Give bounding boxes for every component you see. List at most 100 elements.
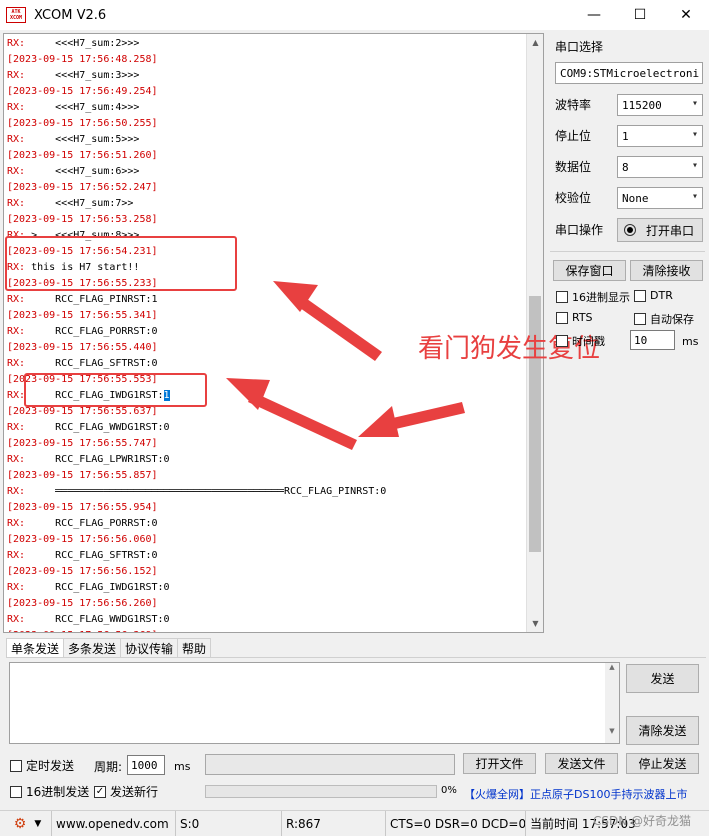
log-text: RCC_FLAG_SFTRST:0 — [25, 358, 158, 369]
log-timestamp-line: [2023-09-15 17:56:52.247] — [7, 180, 527, 196]
dtr-checkbox[interactable]: DTR — [634, 289, 673, 302]
parity-value: None — [622, 191, 649, 205]
log-timestamp-line: [2023-09-15 17:56:53.258] — [7, 212, 527, 228]
log-prefix: RX: — [7, 422, 26, 433]
log-data-line: RX: RCC_FLAG_PORRST:0 — [7, 516, 527, 532]
open-port-button[interactable]: 打开串口 — [617, 218, 703, 242]
clear-receive-button[interactable]: 清除接收 — [630, 260, 703, 281]
log-timestamp: [2023-09-15 17:56:49.254] — [7, 86, 158, 97]
open-file-button[interactable]: 打开文件 — [463, 753, 536, 774]
rts-label: RTS — [572, 311, 593, 324]
log-data-line: RX: <<<H7_sum:4>>> — [7, 100, 527, 116]
close-button[interactable]: ✕ — [663, 0, 709, 30]
log-text: <<<H7_sum:4>>> — [25, 102, 140, 113]
chevron-down-icon: ▾ — [691, 129, 698, 140]
stop-label: 停止位 — [555, 129, 592, 143]
log-data-line: RX: <<<H7_sum:6>>> — [7, 164, 527, 180]
log-text: RCC_FLAG_WWDG1RST:0 — [25, 422, 170, 433]
auto-save-checkbox[interactable]: 自动保存 — [634, 311, 694, 327]
scroll-down-icon[interactable]: ▼ — [527, 615, 543, 632]
log-text: <<<H7_sum:6>>> — [25, 166, 140, 177]
send-textarea[interactable]: ▲ ▼ — [9, 662, 620, 744]
period-input[interactable]: 1000 — [127, 755, 165, 775]
log-data-line: RX: <<<H7_sum:2>>> — [7, 36, 527, 52]
log-timestamp-line: [2023-09-15 17:56:48.258] — [7, 52, 527, 68]
send-scrollbar[interactable]: ▲ ▼ — [605, 663, 619, 743]
log-prefix: RX: — [7, 614, 26, 625]
timestamp-input[interactable]: 10 — [630, 330, 675, 350]
stop-value: 1 — [622, 129, 629, 143]
title-bar: ATK XCOM XCOM V2.6 — ☐ ✕ — [0, 0, 709, 30]
log-timestamp: [2023-09-15 17:56:55.747] — [7, 438, 158, 449]
received-count: R:867 — [282, 810, 386, 836]
hex-send-checkbox[interactable]: 16进制发送 — [10, 783, 89, 800]
log-text: <<<H7_sum:2>>> — [25, 38, 140, 49]
highlight-box-iwdg — [24, 373, 207, 407]
parity-label: 校验位 — [555, 191, 592, 205]
log-text: <<<H7_sum:7>> — [25, 198, 134, 209]
chevron-down-icon: ▼ — [34, 818, 42, 829]
website-link[interactable]: www.openedv.com — [52, 810, 176, 836]
tab-single-send[interactable]: 单条发送 — [6, 638, 65, 658]
baud-select[interactable]: 115200 ▾ — [617, 94, 703, 116]
log-text: RCC_FLAG_PINRST:1 — [25, 294, 158, 305]
send-button[interactable]: 发送 — [626, 664, 699, 693]
log-prefix: RX: — [7, 454, 26, 465]
sent-count: S:0 — [176, 810, 282, 836]
hex-display-checkbox[interactable]: 16进制显示 — [556, 289, 630, 305]
send-newline-checkbox[interactable]: ✓ 发送新行 — [94, 783, 158, 800]
data-bits-select[interactable]: 8 ▾ — [617, 156, 703, 178]
rts-checkbox[interactable]: RTS — [556, 311, 593, 324]
stop-send-button[interactable]: 停止发送 — [626, 753, 699, 774]
log-timestamp: [2023-09-15 17:56:51.260] — [7, 150, 158, 161]
port-op-label: 串口操作 — [555, 223, 604, 237]
settings-menu[interactable]: ⚙ ▼ — [0, 810, 52, 836]
tab-multi-send[interactable]: 多条发送 — [63, 638, 122, 658]
dtr-label: DTR — [650, 289, 673, 302]
log-text: RCC_FLAG_SFTRST:0 — [25, 550, 158, 561]
timestamp-label: 时间戳 — [572, 335, 605, 348]
timestamp-checkbox[interactable]: 时间戳 — [556, 333, 605, 349]
stop-select[interactable]: 1 ▾ — [617, 125, 703, 147]
minimize-button[interactable]: — — [571, 0, 617, 30]
log-timestamp: [2023-09-15 17:56:55.341] — [7, 310, 158, 321]
send-progress-bar — [205, 785, 437, 798]
log-data-line: RX: RCC_FLAG_SFTRST:0 — [7, 548, 527, 564]
log-data-line: RX: RCC_FLAG_WWDG1RST:0 — [7, 420, 527, 436]
log-data-line: RX: RCC_FLAG_LPWR1RST:0 — [7, 452, 527, 468]
scroll-up-icon[interactable]: ▲ — [527, 34, 543, 51]
timed-send-checkbox[interactable]: 定时发送 — [10, 757, 74, 774]
log-prefix: RX: — [7, 70, 26, 81]
log-data-line: RX: <<<H7_sum:3>>> — [7, 68, 527, 84]
log-timestamp: [2023-09-15 17:56:56.369] — [7, 630, 158, 632]
save-window-button[interactable]: 保存窗口 — [553, 260, 626, 281]
file-path-field[interactable] — [205, 754, 455, 775]
ad-link[interactable]: 【火爆全网】正点原子DS100手持示波器上市 — [464, 786, 687, 802]
timed-send-label: 定时发送 — [26, 759, 75, 773]
app-logo: ATK XCOM — [6, 7, 26, 23]
chevron-down-icon: ▾ — [691, 160, 698, 171]
maximize-button[interactable]: ☐ — [617, 0, 663, 30]
log-prefix: RX: — [7, 390, 26, 401]
radio-icon — [624, 224, 636, 236]
parity-select[interactable]: None ▾ — [617, 187, 703, 209]
log-timestamp-line: [2023-09-15 17:56:49.254] — [7, 84, 527, 100]
log-timestamp-line: [2023-09-15 17:56:56.260] — [7, 596, 527, 612]
log-text: RCC_FLAG_PORRST:0 — [25, 518, 158, 529]
hex-display-label: 16进制显示 — [572, 291, 630, 304]
log-data-line: RX: <<<H7_sum:7>> — [7, 196, 527, 212]
log-timestamp-line: [2023-09-15 17:56:55.954] — [7, 500, 527, 516]
send-file-button[interactable]: 发送文件 — [545, 753, 618, 774]
clear-send-button[interactable]: 清除发送 — [626, 716, 699, 745]
log-timestamp: [2023-09-15 17:56:55.954] — [7, 502, 158, 513]
checkbox-icon — [10, 759, 22, 772]
checkmark-icon: ✓ — [94, 785, 106, 798]
log-text: RCC_FLAG_IWDG1RST:0 — [25, 582, 170, 593]
tab-help[interactable]: 帮助 — [177, 638, 212, 658]
window-title: XCOM V2.6 — [34, 7, 107, 23]
tab-protocol[interactable]: 协议传输 — [120, 638, 179, 658]
port-select[interactable]: COM9:STMicroelectroni — [555, 62, 703, 84]
chevron-down-icon: ▾ — [691, 98, 698, 109]
log-prefix: RX: — [7, 326, 26, 337]
open-port-label: 打开串口 — [646, 223, 695, 238]
